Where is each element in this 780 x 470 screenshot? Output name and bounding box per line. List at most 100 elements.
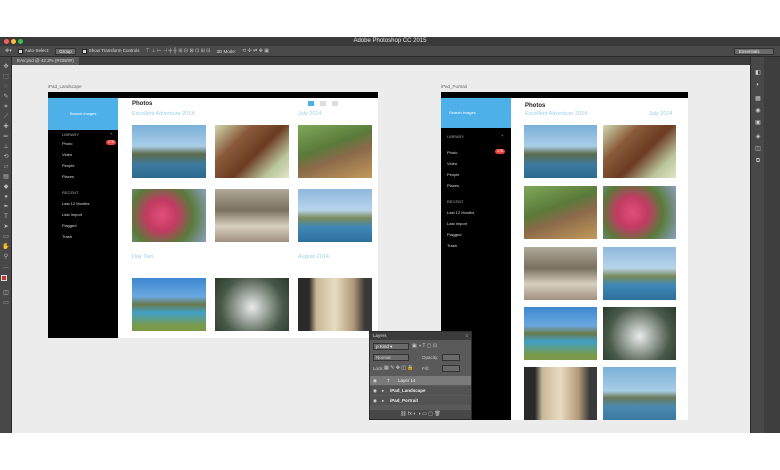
photo-thumbnail[interactable] [603,367,676,420]
grid-view-icon[interactable] [308,101,314,106]
search-input[interactable]: Search images [48,98,118,130]
show-transform-checkbox[interactable] [81,48,87,54]
expand-arrow-icon[interactable]: ▸ [382,386,384,395]
add-icon[interactable]: + [501,133,503,138]
filter-icons[interactable]: ▣ ◑ T ▢ ⊡ [412,343,437,349]
layer-row[interactable]: ◉ ▸ iPad_Landscape [370,386,471,395]
crop-tool-icon[interactable]: ⌗ [2,103,10,111]
blur-tool-icon[interactable]: ◆ [2,183,10,191]
path-select-icon[interactable]: ➤ [2,223,10,231]
sidebar-item-last-import[interactable]: Last Import [62,212,82,217]
layers-panel-icon[interactable]: ◈ [754,133,762,141]
gradient-tool-icon[interactable]: ▤ [2,173,10,181]
visibility-eye-icon[interactable]: ◉ [373,396,377,405]
align-icons[interactable]: ⊤ ⊥ ⊢ ⊣ ╪ ╫ ⊞ ⊟ ⊠ ⊡ ⊞ ⊟ [146,48,211,54]
map-view-icon[interactable] [332,101,338,106]
search-input[interactable]: Search images [441,98,511,128]
eraser-tool-icon[interactable]: ▱ [2,163,10,171]
history-brush-icon[interactable]: ⟲ [2,153,10,161]
photo-thumbnail[interactable] [298,125,372,178]
photo-thumbnail[interactable] [215,125,289,178]
shape-tool-icon[interactable]: ▭ [2,233,10,241]
healing-brush-icon[interactable]: ✚ [2,123,10,131]
photo-thumbnail[interactable] [524,186,597,239]
stamp-tool-icon[interactable]: ⊥ [2,143,10,151]
photo-thumbnail[interactable] [524,367,597,420]
layer-filter-dropdown[interactable]: ρ Kind ▾ [373,343,409,350]
sidebar-item-last-12-months[interactable]: Last 12 Months [62,201,89,206]
sidebar-item-flagged[interactable]: Flagged [447,232,461,237]
photo-thumbnail[interactable] [215,189,289,242]
sidebar-item-photo[interactable]: Photo [447,150,457,155]
panel-menu-icon[interactable]: ≡ [465,332,471,340]
sidebar-item-photo[interactable]: Photo [62,141,72,146]
document-tab[interactable]: EAV.psd @ 42.3% (RGB/8#) [12,57,79,65]
more-tools-icon[interactable]: … [2,263,10,271]
auto-select-checkbox[interactable] [17,48,23,54]
sidebar-item-places[interactable]: Places [447,183,459,188]
photo-thumbnail[interactable] [132,189,206,242]
move-tool-icon[interactable]: ✥ [2,63,10,71]
blend-mode-dropdown[interactable]: Normal [373,354,409,361]
vertical-scrollbar[interactable] [764,57,780,433]
visibility-eye-icon[interactable]: ◉ [373,386,377,395]
brush-tool-icon[interactable]: ✏ [2,133,10,141]
hand-tool-icon[interactable]: ✋ [2,243,10,251]
adjustments-panel-icon[interactable]: ◉ [754,107,762,115]
dodge-tool-icon[interactable]: ● [2,193,10,201]
channels-panel-icon[interactable]: ◫ [754,145,762,153]
quick-select-tool-icon[interactable]: ✎ [2,93,10,101]
layer-row[interactable]: ◉ ▸ iPad_Portrait [370,396,471,405]
photo-thumbnail[interactable] [524,247,597,300]
artboard-ipad-landscape[interactable]: Search images LIBRARY + Photo 176 Video … [48,92,378,338]
sidebar-item-last-import[interactable]: Last Import [447,221,467,226]
sidebar-item-trash[interactable]: Trash [447,243,457,248]
photo-thumbnail[interactable] [524,125,597,178]
sidebar-item-trash[interactable]: Trash [62,234,72,239]
artboard-ipad-portrait[interactable]: Search images LIBRARY + Photo 176 Video … [441,92,688,420]
pen-tool-icon[interactable]: ✒ [2,203,10,211]
screen-mode-icon[interactable]: ▭ [2,299,10,307]
photo-thumbnail[interactable] [132,125,206,178]
color-panel-icon[interactable]: ◐ [754,81,762,89]
marquee-tool-icon[interactable]: ⬚ [2,73,10,81]
sidebar-item-last-12-months[interactable]: Last 12 Months [447,210,474,215]
styles-panel-icon[interactable]: ▣ [754,119,762,127]
list-view-icon[interactable] [320,101,326,106]
quick-mask-icon[interactable]: ◫ [2,289,10,297]
3d-mode-icons[interactable]: ⟲ ✣ ⇄ ✥ ▣ [242,48,269,54]
photo-thumbnail[interactable] [132,278,206,331]
history-panel-icon[interactable]: ◧ [754,69,762,77]
zoom-window-icon[interactable] [18,39,23,44]
auto-select-dropdown[interactable]: Group [55,47,76,55]
photo-thumbnail[interactable] [298,189,372,242]
paths-panel-icon[interactable]: ⧉ [754,157,762,165]
swatches-panel-icon[interactable]: ▦ [754,95,762,103]
sidebar-item-video[interactable]: Video [447,161,457,166]
sidebar-item-people[interactable]: People [447,172,459,177]
visibility-eye-icon[interactable]: ◉ [373,376,377,385]
fill-field[interactable] [442,365,460,372]
sidebar-item-flagged[interactable]: Flagged [62,223,76,228]
layer-row[interactable]: ◉ T Layer 14 [370,376,471,385]
layers-footer-icons[interactable]: ⛓ fx ◐ ◑ ▭ ▢ 🗑 [370,410,471,419]
photo-thumbnail[interactable] [603,125,676,178]
type-tool-icon[interactable]: T [2,213,10,221]
zoom-tool-icon[interactable]: ⚲ [2,253,10,261]
photo-thumbnail[interactable] [603,247,676,300]
close-window-icon[interactable] [4,39,9,44]
photo-thumbnail[interactable] [603,186,676,239]
photo-thumbnail[interactable] [215,278,289,331]
sidebar-item-places[interactable]: Places [62,174,74,179]
photo-thumbnail[interactable] [603,307,676,360]
lock-icons[interactable]: ▦ ✎ ✥ ◫ 🔒 [384,365,414,371]
minimize-window-icon[interactable] [11,39,16,44]
move-tool-preset-icon[interactable]: ✥▾ [5,48,12,54]
photo-thumbnail[interactable] [298,278,372,331]
photo-thumbnail[interactable] [524,307,597,360]
add-icon[interactable]: + [110,131,112,136]
foreground-color-swatch[interactable] [1,275,7,281]
eyedropper-tool-icon[interactable]: ⟋ [2,113,10,121]
opacity-field[interactable] [442,354,460,361]
sidebar-item-people[interactable]: People [62,163,74,168]
